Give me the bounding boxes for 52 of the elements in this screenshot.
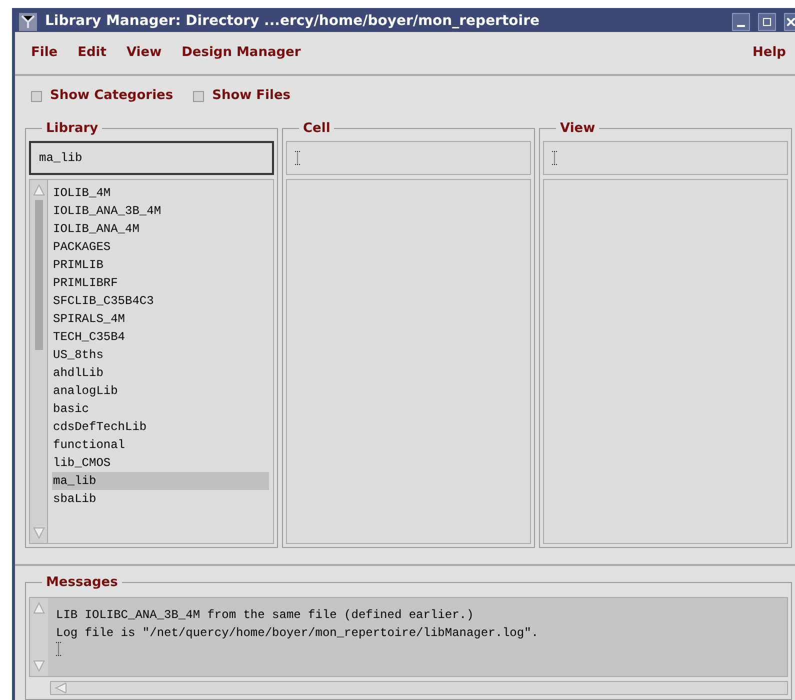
library-item[interactable]: cdsDefTechLib [52, 418, 269, 436]
library-item[interactable]: ma_lib [52, 472, 269, 490]
app-icon [19, 12, 37, 30]
close-button[interactable] [784, 12, 795, 30]
cell-input-field[interactable] [286, 141, 531, 175]
scroll-up-icon[interactable] [32, 184, 44, 196]
horizontal-scrollbar[interactable] [50, 681, 788, 695]
menu-item[interactable]: View [126, 43, 162, 63]
group-title: Library [42, 121, 102, 137]
scroll-down-icon[interactable] [32, 527, 44, 539]
scrollbar[interactable] [30, 180, 48, 543]
checkbox-label: Show Files [212, 87, 291, 106]
checkbox-label: Show Categories [50, 87, 174, 106]
menu-item[interactable]: Design Manager [182, 43, 301, 63]
library-item[interactable]: ahdlLib [52, 364, 269, 382]
library-item[interactable]: IOLIB_4M [52, 184, 269, 202]
library-item[interactable]: lib_CMOS [52, 454, 269, 472]
library-item[interactable]: basic [52, 400, 269, 418]
view-input-field[interactable] [543, 141, 788, 175]
library-item[interactable]: IOLIB_ANA_3B_4M [52, 202, 269, 220]
library-item[interactable]: PRIMLIBRF [52, 274, 269, 292]
library-item[interactable]: sbaLib [52, 490, 269, 508]
library-item[interactable]: analogLib [52, 382, 269, 400]
scrollbar-thumb[interactable] [34, 200, 42, 350]
library-item[interactable]: PACKAGES [52, 238, 269, 256]
library-item[interactable]: functional [52, 436, 269, 454]
scroll-down-icon[interactable] [33, 660, 45, 672]
text-cursor-icon [56, 642, 61, 656]
menu-item[interactable]: Edit [78, 43, 106, 63]
scroll-up-icon[interactable] [33, 602, 45, 614]
library-item[interactable]: SPIRALS_4M [52, 310, 269, 328]
library-input-field[interactable]: ma_lib [29, 141, 274, 175]
library-item[interactable]: TECH_C35B4 [52, 328, 269, 346]
checkbox[interactable] [193, 90, 204, 102]
close-icon [787, 18, 795, 26]
scrollbar[interactable] [30, 598, 48, 676]
group-title: Messages [42, 575, 122, 591]
text-cursor-icon [295, 151, 300, 165]
library-item[interactable]: IOLIB_ANA_4M [52, 220, 269, 238]
scroll-left-icon[interactable] [55, 683, 67, 693]
window-title: Library Manager: Directory ...ercy/home/boyer/mon_repertoire [45, 12, 540, 31]
menu-item[interactable]: File [31, 43, 58, 63]
checkbox[interactable] [31, 90, 42, 102]
library-item[interactable]: SFCLIB_C35B4C3 [52, 292, 269, 310]
minimize-button[interactable] [732, 12, 750, 30]
maximize-button[interactable] [758, 12, 776, 30]
message-line: Log file is "/net/quercy/home/boyer/mon_repertoire/libManager.log". [56, 625, 540, 642]
menu-item[interactable]: Help [752, 43, 786, 63]
text-cursor-icon [552, 151, 557, 165]
library-item[interactable]: US_8ths [52, 346, 269, 364]
library-item[interactable]: PRIMLIB [52, 256, 269, 274]
message-line: LIB IOLIBC_ANA_3B_4M from the same file (defined earlier.) [56, 607, 475, 624]
